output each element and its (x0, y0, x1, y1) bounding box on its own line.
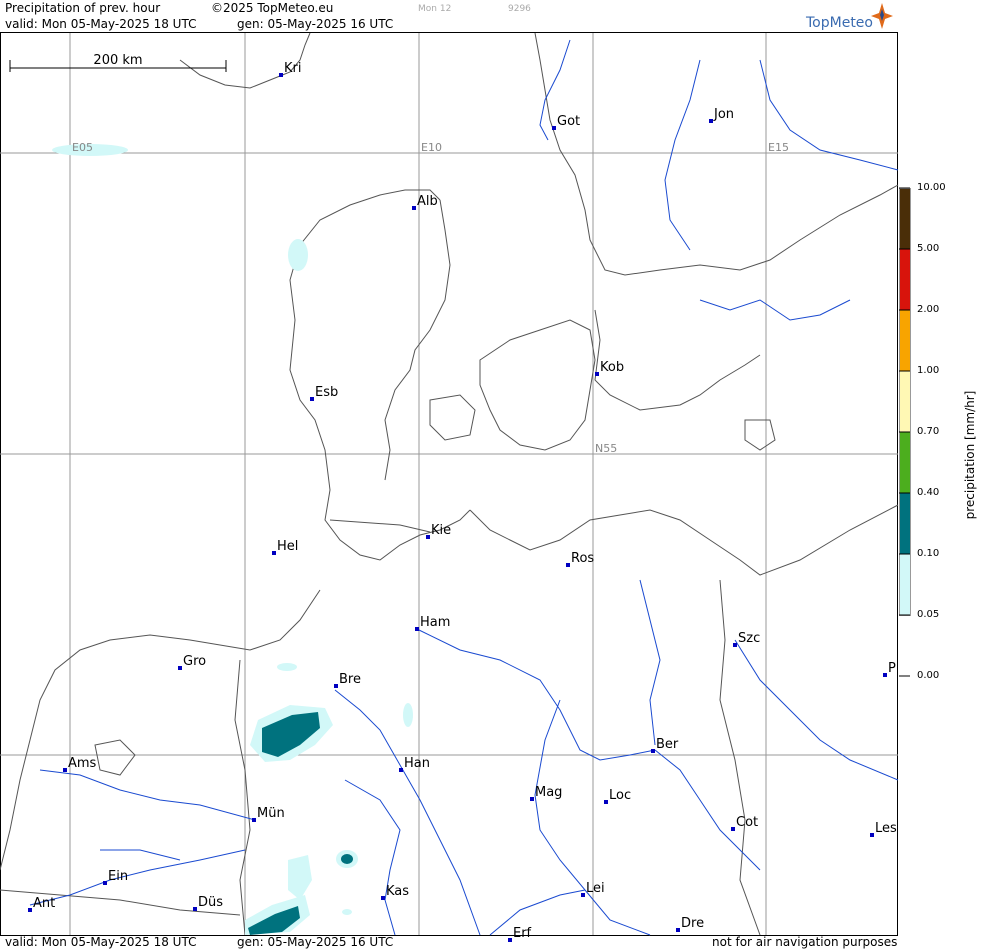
legend-label: 0.05 (917, 609, 940, 620)
city-label: Szc (738, 631, 760, 646)
city-marker (193, 907, 197, 911)
city-label: Ams (68, 756, 97, 771)
legend-label: 0.00 (917, 670, 940, 681)
legend-color-band (899, 554, 910, 615)
run-tag: Mon 12 (418, 4, 452, 14)
city-marker (252, 818, 256, 822)
legend-label: 1.00 (917, 365, 940, 376)
city-marker (566, 563, 570, 567)
legend-label: 0.40 (917, 487, 940, 498)
legend-label: 2.00 (917, 304, 940, 315)
topmeteo-logo: TopMeteo (806, 15, 873, 31)
city-label: Lei (586, 881, 605, 896)
city-label: Dre (681, 916, 704, 931)
city-marker (530, 797, 534, 801)
precipitation-map: 200 km E05 E10 E15 N55 Kri Got Jon Alb Esb Ko… (0, 3, 911, 942)
scale-bar-label: 200 km (93, 53, 142, 68)
legend-label: 5.00 (917, 243, 940, 254)
legend-colorbar (899, 188, 910, 615)
legend-color-band (899, 188, 910, 249)
city-label: Ein (108, 869, 128, 884)
city-marker (508, 938, 512, 942)
city-marker (883, 673, 887, 677)
legend-title: precipitation [mm/hr] (963, 390, 977, 520)
grid-label-e05: E05 (72, 141, 93, 154)
grid-label-e10: E10 (421, 141, 442, 154)
map-frame (0, 32, 898, 936)
legend-color-band (899, 310, 910, 371)
city-marker (103, 881, 107, 885)
city-marker (178, 666, 182, 670)
city-marker (552, 126, 556, 130)
copyright: ©2025 TopMeteo.eu (211, 1, 334, 15)
city-label: Ber (656, 737, 679, 752)
city-marker (399, 768, 403, 772)
footer-valid-time: valid: Mon 05-May-2025 18 UTC (5, 935, 197, 949)
city-marker (870, 833, 874, 837)
generation-time: gen: 05-May-2025 16 UTC (237, 17, 394, 31)
city-label: Ant (33, 896, 55, 911)
city-label: Mün (257, 806, 285, 821)
city-marker (63, 768, 67, 772)
city-marker (381, 896, 385, 900)
city-marker (412, 206, 416, 210)
city-label: Kas (386, 884, 409, 899)
city-label: Bre (339, 672, 361, 687)
city-label: Ham (420, 615, 450, 630)
city-label: Mag (535, 785, 562, 800)
topmeteo-logo-star-icon (871, 3, 893, 29)
city-marker (604, 800, 608, 804)
city-marker (676, 928, 680, 932)
city-marker (731, 827, 735, 831)
city-marker (733, 643, 737, 647)
city-label: Düs (198, 895, 223, 910)
product-title: Precipitation of prev. hour (5, 1, 161, 15)
legend-label: 0.70 (917, 426, 940, 437)
grid-label-n55: N55 (595, 442, 617, 455)
legend-color-band (899, 432, 910, 493)
city-label: Gro (183, 654, 206, 669)
city-marker (272, 551, 276, 555)
city-marker (651, 749, 655, 753)
city-label: Jon (713, 107, 734, 122)
city-label: Loc (609, 788, 631, 803)
city-marker (595, 372, 599, 376)
city-marker (415, 627, 419, 631)
city-marker (310, 397, 314, 401)
legend-color-band (899, 371, 910, 432)
grid-label-e15: E15 (768, 141, 789, 154)
footer-generation-time: gen: 05-May-2025 16 UTC (237, 935, 394, 949)
city-marker (28, 908, 32, 912)
city-label: Erf (513, 926, 532, 941)
city-label: Kri (284, 61, 301, 76)
city-label: Kie (431, 523, 451, 538)
city-label: P (888, 661, 896, 676)
city-marker (426, 535, 430, 539)
legend-color-band (899, 493, 910, 554)
city-label: Ros (571, 551, 594, 566)
city-marker (709, 119, 713, 123)
disclaimer: not for air navigation purposes (712, 935, 898, 949)
legend-color-band (899, 249, 910, 310)
city-label: Han (404, 756, 430, 771)
city-label: Kob (600, 360, 624, 375)
city-marker (279, 73, 283, 77)
city-label: Alb (417, 194, 438, 209)
city-label: Esb (315, 385, 338, 400)
run-code: 9296 (508, 4, 531, 14)
city-marker (334, 684, 338, 688)
legend-label: 10.00 (917, 182, 946, 193)
city-marker (581, 893, 585, 897)
city-label: Les (875, 821, 897, 836)
city-label: Cot (736, 815, 758, 830)
legend-label: 0.10 (917, 548, 940, 559)
valid-time: valid: Mon 05-May-2025 18 UTC (5, 17, 197, 31)
city-label: Hel (277, 539, 298, 554)
city-label: Got (557, 114, 580, 129)
